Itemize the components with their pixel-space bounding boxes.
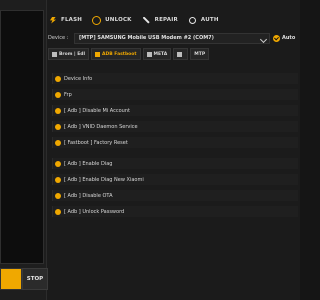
nav-repair-label: REPAIR (154, 17, 178, 23)
tab-meta[interactable]: META (142, 48, 172, 60)
tab-mtp[interactable]: MTP (190, 48, 210, 60)
nav-repair[interactable]: REPAIR (142, 16, 178, 25)
android-icon (95, 51, 101, 57)
action-icon (55, 107, 61, 114)
tab-adb-fastboot[interactable]: ADB Fastboot (91, 48, 141, 60)
device-label: Device : (48, 35, 69, 41)
tab-monitor[interactable] (173, 48, 189, 60)
action-label: [ Adb ] VNID Daemon Service (64, 123, 138, 130)
action-enable-diag-new-xiaomi[interactable]: [ Adb ] Enable Diag New Xiaomi (52, 174, 298, 185)
action-icon (55, 75, 61, 82)
action-frp[interactable]: Frp (52, 89, 298, 100)
action-label: [ Adb ] Enable Diag (64, 160, 113, 167)
log-area[interactable] (0, 10, 44, 264)
auto-toggle[interactable]: Auto (273, 34, 296, 42)
chevron-down-icon (259, 35, 268, 43)
tab-brom-edl[interactable]: Brom | Edl (48, 48, 90, 60)
action-label: [ Adb ] Unlock Password (64, 208, 125, 215)
action-label: Device Info (64, 75, 93, 82)
action-icon (55, 192, 61, 199)
nav-flash-label: FLASH (61, 17, 83, 23)
action-unlock-password[interactable]: [ Adb ] Unlock Password (52, 206, 298, 217)
action-label: [ Fastboot ] Factory Reset (64, 139, 128, 146)
tab-label: Brom | Edl (59, 51, 86, 57)
device-selected-value: [MTP] SAMSUNG Mobile USB Modem #2 (COM7) (79, 35, 214, 41)
nav-auth-label: AUTH (200, 17, 219, 23)
nav-flash[interactable]: FLASH (48, 16, 82, 25)
nav-unlock[interactable]: UNLOCK (92, 15, 132, 25)
auth-icon (188, 16, 197, 25)
action-icon (55, 91, 61, 98)
nav-unlock-label: UNLOCK (105, 17, 132, 23)
action-label: [ Adb ] Disable Mi Account (64, 107, 130, 114)
auto-label: Auto (282, 35, 296, 41)
action-icon (55, 139, 61, 146)
app-window: STOP FLASH UNLOCK REPAIR AUTH Device : [… (0, 0, 300, 300)
action-disable-ota[interactable]: [ Adb ] Disable OTA (52, 190, 298, 201)
monitor-icon (177, 51, 183, 57)
tab-label: ADB Fastboot (102, 51, 137, 57)
device-select[interactable]: [MTP] SAMSUNG Mobile USB Modem #2 (COM7) (74, 32, 270, 44)
stop-button[interactable]: STOP (22, 268, 48, 290)
unlock-icon (92, 15, 102, 25)
nav-auth[interactable]: AUTH (188, 16, 219, 25)
top-nav: FLASH UNLOCK REPAIR AUTH (48, 12, 300, 28)
action-disable-mi-account[interactable]: [ Adb ] Disable Mi Account (52, 105, 298, 116)
action-label: Frp (64, 91, 72, 98)
action-label: [ Adb ] Enable Diag New Xiaomi (64, 176, 144, 183)
action-icon (55, 160, 61, 167)
action-vnid-daemon-service[interactable]: [ Adb ] VNID Daemon Service (52, 121, 298, 132)
repair-icon (142, 16, 151, 25)
tab-label: META (153, 51, 168, 57)
action-enable-diag[interactable]: [ Adb ] Enable Diag (52, 158, 298, 169)
action-icon (55, 176, 61, 183)
action-icon (55, 208, 61, 215)
action-list: Device Info Frp [ Adb ] Disable Mi Accou… (52, 73, 298, 222)
chip-icon (52, 51, 57, 57)
action-icon (55, 123, 61, 130)
check-icon (273, 34, 280, 42)
left-panel: STOP (0, 0, 48, 300)
progress-fill (1, 269, 21, 289)
tab-label: MTP (194, 51, 206, 57)
progress-bar (0, 268, 22, 290)
tab-bar: Brom | Edl ADB Fastboot META MTP (48, 48, 300, 60)
flash-icon (48, 16, 57, 25)
action-device-info[interactable]: Device Info (52, 73, 298, 84)
device-row: Device : [MTP] SAMSUNG Mobile USB Modem … (48, 32, 300, 44)
action-factory-reset[interactable]: [ Fastboot ] Factory Reset (52, 137, 298, 148)
action-label: [ Adb ] Disable OTA (64, 192, 113, 199)
tool-icon (146, 51, 152, 57)
